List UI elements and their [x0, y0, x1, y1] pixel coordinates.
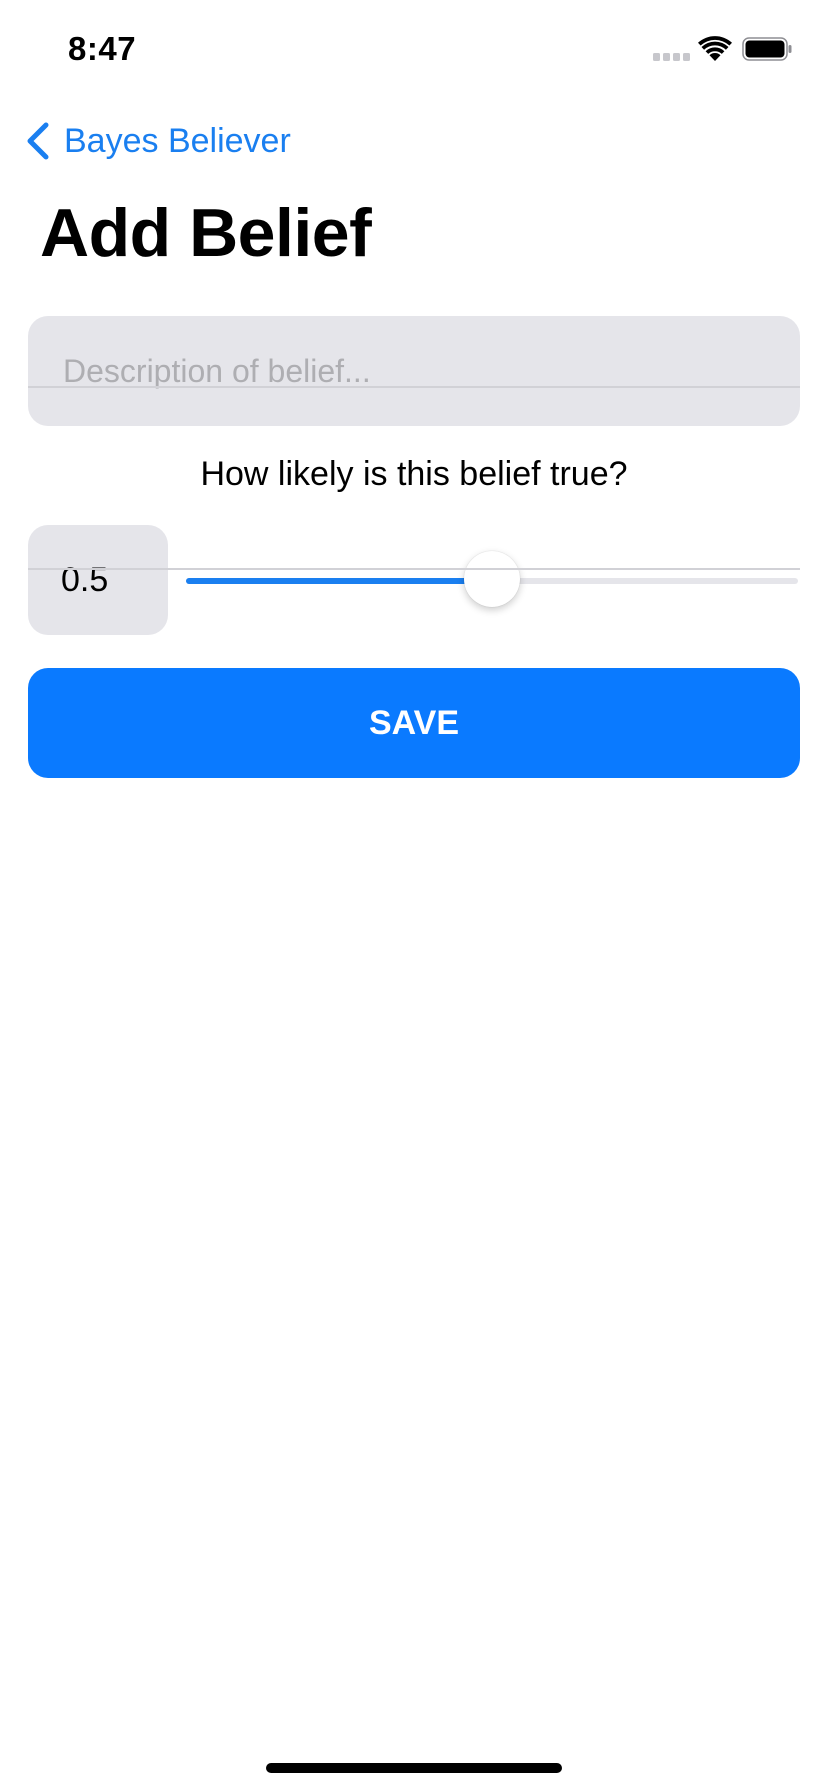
back-button-label: Bayes Believer	[64, 121, 291, 160]
status-time: 8:47	[68, 30, 137, 67]
home-indicator	[266, 1763, 562, 1773]
slider-thumb[interactable]	[464, 551, 520, 607]
page-title: Add Belief	[40, 195, 372, 271]
divider	[28, 568, 800, 570]
back-button[interactable]: Bayes Believer	[24, 118, 291, 164]
cellular-signal-icon	[653, 53, 691, 61]
status-bar: 8:47	[0, 0, 828, 100]
slider-fill	[186, 578, 492, 584]
wifi-icon	[698, 36, 732, 61]
chevron-left-icon	[27, 122, 49, 160]
battery-icon	[742, 37, 792, 61]
likelihood-question: How likely is this belief true?	[200, 455, 628, 493]
description-field-container[interactable]	[28, 316, 800, 426]
description-input[interactable]	[61, 351, 767, 391]
likelihood-value-field[interactable]: 0.5	[28, 525, 168, 635]
divider	[28, 386, 800, 388]
likelihood-slider[interactable]	[186, 549, 798, 611]
save-button[interactable]: SAVE	[28, 668, 800, 778]
